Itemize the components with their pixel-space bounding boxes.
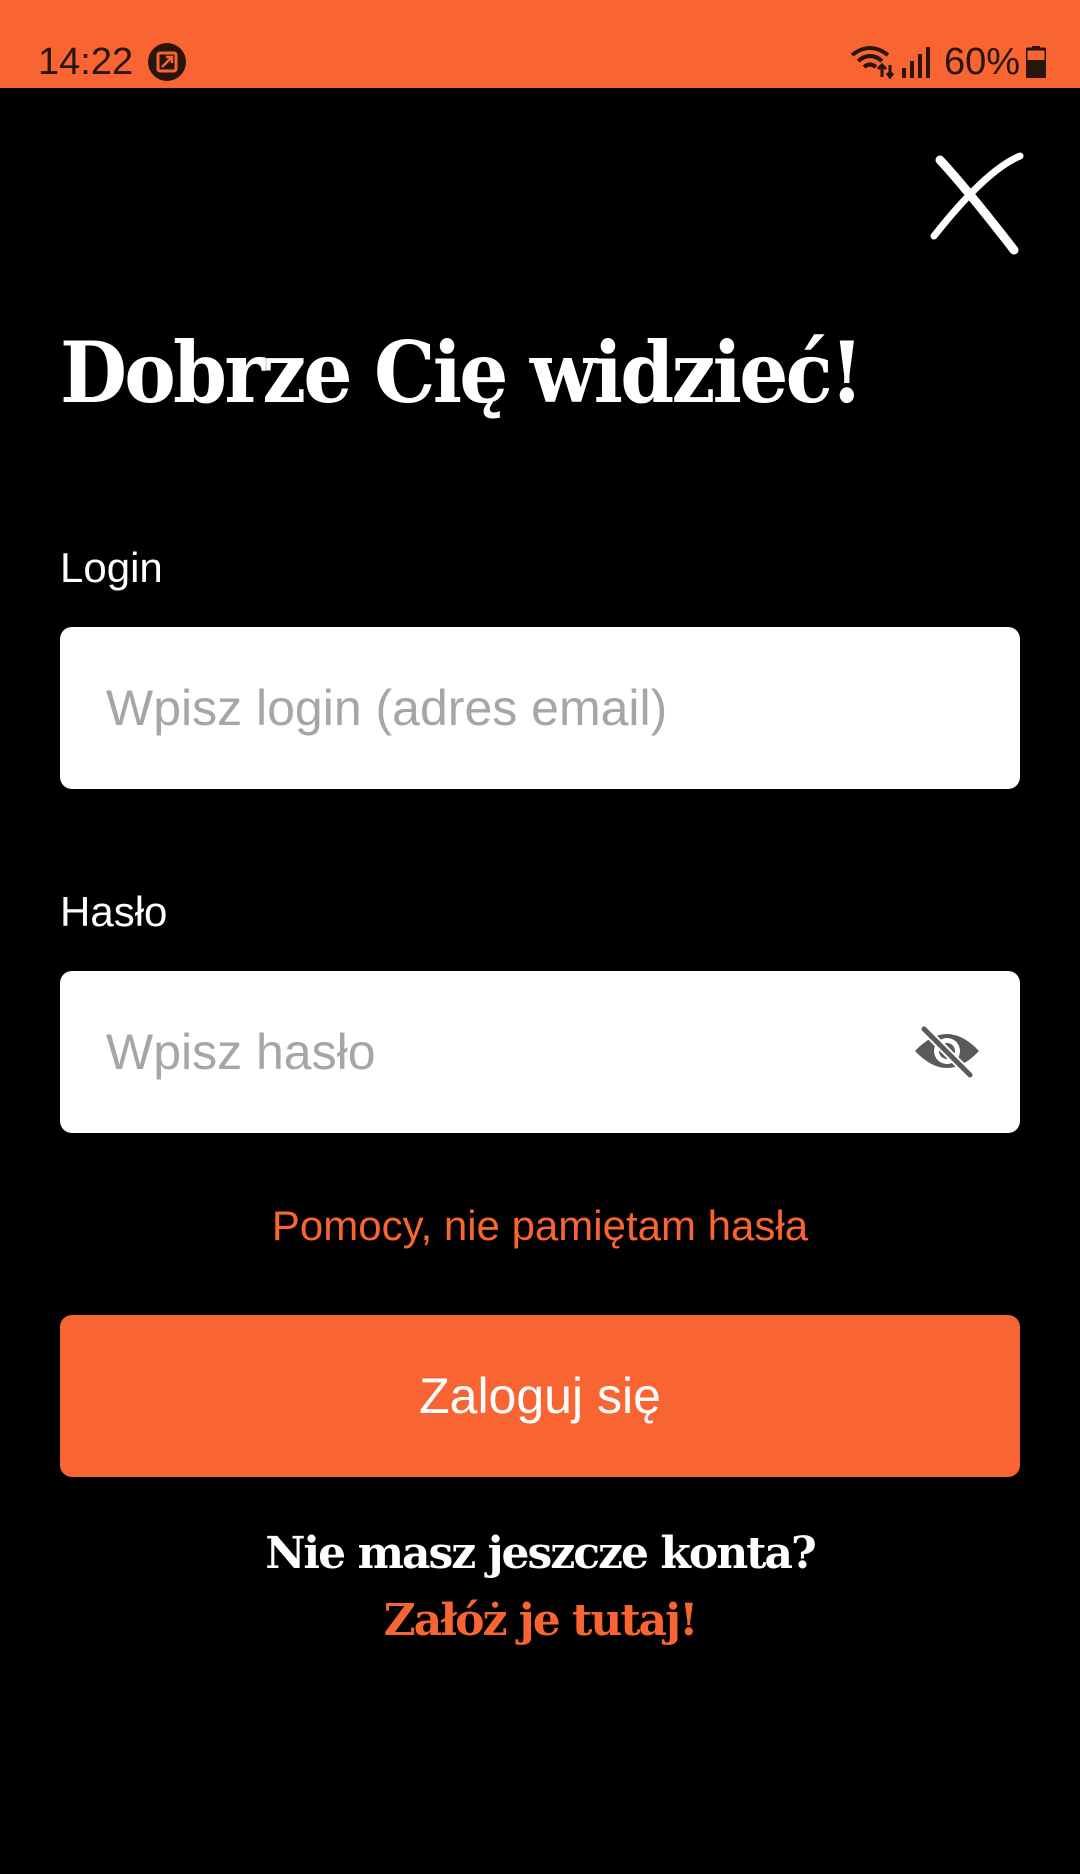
- login-screen: 14:22 60% Dobrze Cię widzieć! Login Wpis…: [0, 0, 1080, 1874]
- battery-icon: [1026, 46, 1046, 78]
- status-bar: 14:22 60%: [0, 0, 1080, 88]
- status-icons: 60%: [850, 38, 1046, 86]
- password-input[interactable]: [106, 971, 926, 1133]
- screenshot-app-icon: [148, 43, 186, 81]
- close-button[interactable]: [926, 148, 1026, 258]
- login-label: Login: [60, 544, 163, 591]
- close-icon: [930, 152, 1024, 255]
- status-time: 14:22: [38, 41, 134, 83]
- login-field[interactable]: [60, 627, 1020, 789]
- login-input[interactable]: [106, 627, 926, 789]
- page-title: Dobrze Cię widzieć!: [60, 323, 864, 422]
- no-account-text: Nie masz jeszcze konta?: [265, 1528, 817, 1579]
- login-button[interactable]: Zaloguj się: [60, 1315, 1020, 1477]
- signal-icon: [901, 47, 930, 78]
- register-link[interactable]: Załóż je tutaj!: [0, 1590, 1080, 1652]
- password-label: Hasło: [60, 888, 168, 935]
- password-visibility-toggle[interactable]: [912, 1021, 982, 1082]
- password-field[interactable]: [60, 971, 1020, 1133]
- forgot-password-link[interactable]: Pomocy, nie pamiętam hasła: [0, 1196, 1080, 1256]
- wifi-icon: [850, 46, 894, 79]
- eye-off-icon: [915, 1022, 979, 1082]
- battery-percentage: 60%: [943, 41, 1020, 83]
